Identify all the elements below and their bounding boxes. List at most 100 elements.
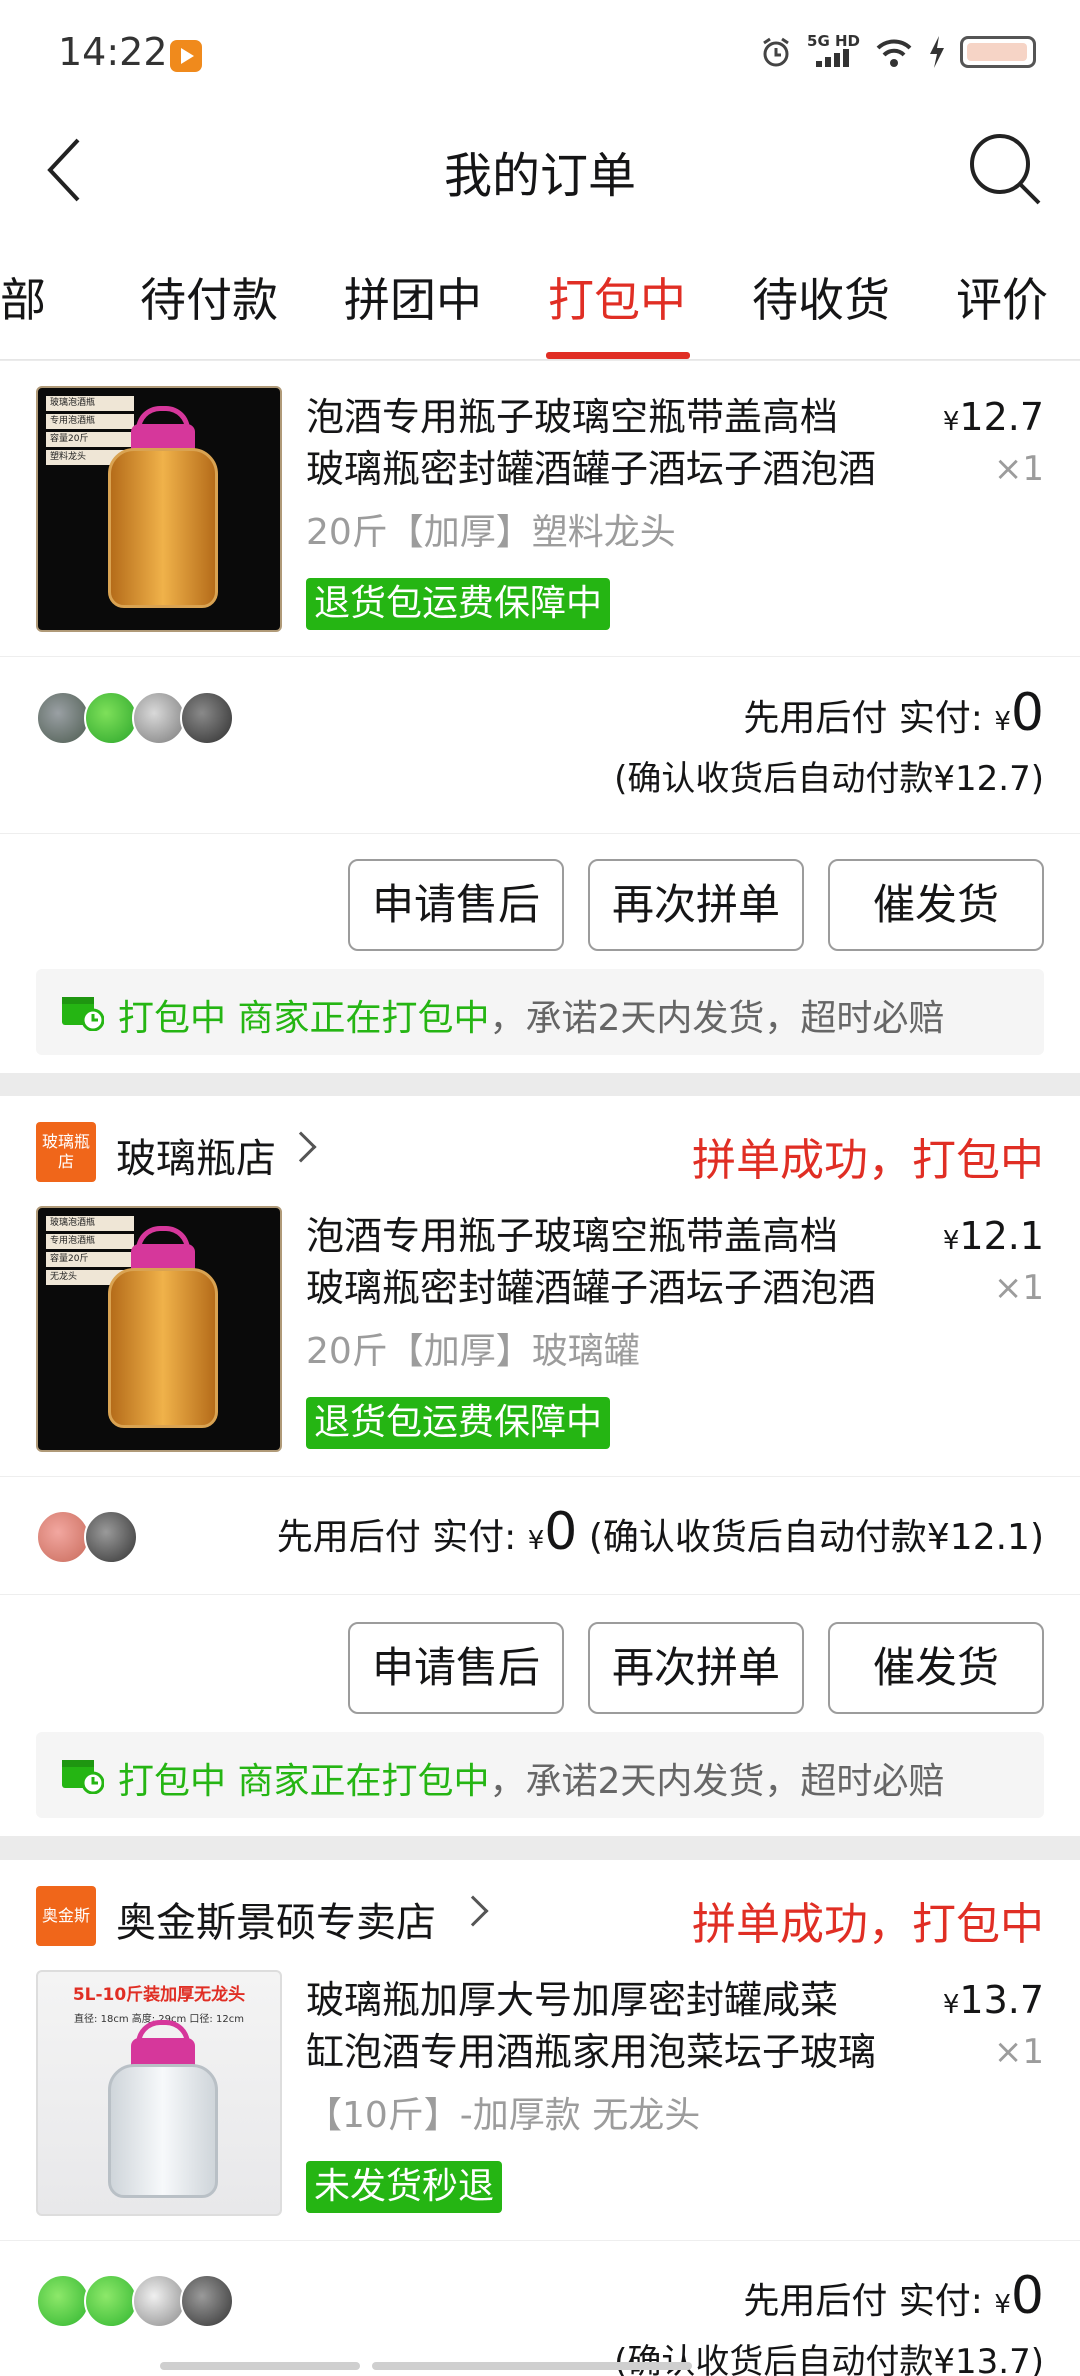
price-value: 12.7 bbox=[959, 395, 1044, 439]
thumbnail-tag: 容量20斤 bbox=[46, 432, 134, 447]
nav-bar: 我的订单 bbox=[0, 110, 1080, 228]
tab-packing[interactable]: 打包中 bbox=[548, 264, 686, 330]
product-title-line: 玻璃瓶密封罐酒罐子酒坛子酒泡酒 bbox=[306, 447, 877, 491]
product-thumbnail[interactable]: 玻璃泡酒瓶 专用泡酒瓶 容量20斤 无龙头 bbox=[36, 1206, 282, 1452]
tab-awaiting-delivery[interactable]: 待收货 bbox=[752, 264, 890, 330]
currency-symbol: ¥ bbox=[942, 1226, 960, 1256]
scroll-indicator bbox=[372, 2362, 692, 2370]
product-title[interactable]: 玻璃瓶加厚大号加厚密封罐咸菜 缸泡酒专用酒瓶家用泡菜坛子玻璃 bbox=[306, 1974, 906, 2078]
store-name[interactable]: 奥金斯景硕专卖店 bbox=[116, 1890, 436, 1948]
thumbnail-tag: 专用泡酒瓶 bbox=[46, 1234, 134, 1249]
avatar bbox=[84, 2274, 138, 2328]
battery-icon bbox=[960, 36, 1036, 68]
payment-summary: 先用后付 实付: ¥0 bbox=[743, 683, 1044, 743]
auto-payment-note: (确认收货后自动付款¥12.1) bbox=[588, 1517, 1044, 1558]
payment-label: 先用后付 实付: bbox=[743, 698, 983, 739]
store-header[interactable]: 奥金斯 奥金斯景硕专卖店 拼单成功，打包中 bbox=[0, 1860, 1080, 1970]
thumbnail-tag: 容量20斤 bbox=[46, 1252, 134, 1267]
product-title-line: 缸泡酒专用酒瓶家用泡菜坛子玻璃 bbox=[306, 2030, 877, 2074]
shipping-status-bar: 打包中 商家正在打包中，承诺2天内发货，超时必赔 bbox=[36, 1732, 1044, 1818]
regroup-button[interactable]: 再次拼单 bbox=[588, 859, 804, 951]
scroll-indicator bbox=[160, 2362, 360, 2370]
avatar bbox=[132, 691, 186, 745]
store-name[interactable]: 玻璃瓶店 bbox=[116, 1126, 276, 1184]
shipping-promise: ，承诺2天内发货，超时必赔 bbox=[489, 1761, 945, 1802]
avatar bbox=[36, 1510, 90, 1564]
paid-amount: 0 bbox=[1010, 2266, 1044, 2326]
tab-pending-payment[interactable]: 待付款 bbox=[140, 264, 278, 330]
tab-group-buying[interactable]: 拼团中 bbox=[344, 264, 482, 330]
shipping-status-bar: 打包中 商家正在打包中，承诺2天内发货，超时必赔 bbox=[36, 969, 1044, 1055]
avatar bbox=[180, 2274, 234, 2328]
payment-summary: 先用后付 实付: ¥0 (确认收货后自动付款¥12.1) bbox=[277, 1502, 1044, 1562]
paid-amount: 0 bbox=[544, 1502, 578, 1562]
product-quantity: ×1 bbox=[993, 2032, 1044, 2072]
shipping-status-text: 打包中 商家正在打包中，承诺2天内发货，超时必赔 bbox=[118, 989, 944, 1041]
product-title-line: 泡酒专用瓶子玻璃空瓶带盖高档 bbox=[306, 395, 839, 439]
divider bbox=[0, 656, 1080, 657]
divider bbox=[0, 1476, 1080, 1477]
tab-all[interactable]: 全部 bbox=[0, 264, 46, 330]
jar-body bbox=[108, 2064, 218, 2198]
product-thumbnail[interactable]: 玻璃泡酒瓶 专用泡酒瓶 容量20斤 塑料龙头 bbox=[36, 386, 282, 632]
urge-shipment-button[interactable]: 催发货 bbox=[828, 1622, 1044, 1714]
divider bbox=[0, 833, 1080, 834]
store-logo: 奥金斯 bbox=[36, 1886, 96, 1946]
thumbnail-tag: 玻璃泡酒瓶 bbox=[46, 1216, 134, 1231]
page-title: 我的订单 bbox=[443, 148, 636, 204]
status-icons: 5G HD bbox=[759, 34, 1036, 70]
jar-body bbox=[108, 1268, 218, 1428]
product-title-line: 玻璃瓶密封罐酒罐子酒坛子酒泡酒 bbox=[306, 1266, 877, 1310]
avatar bbox=[132, 2274, 186, 2328]
urge-shipment-button[interactable]: 催发货 bbox=[828, 859, 1044, 951]
product-title[interactable]: 泡酒专用瓶子玻璃空瓶带盖高档 玻璃瓶密封罐酒罐子酒坛子酒泡酒 bbox=[306, 391, 906, 495]
product-price: ¥13.7 bbox=[943, 1978, 1044, 2022]
product-spec: 20斤【加厚】塑料龙头 bbox=[306, 512, 676, 553]
search-icon[interactable] bbox=[962, 126, 1046, 210]
currency-symbol: ¥ bbox=[994, 707, 1011, 737]
thumbnail-banner: 5L-10斤装加厚无龙头 bbox=[72, 1985, 246, 2005]
thumbnail-tag: 玻璃泡酒瓶 bbox=[46, 396, 134, 411]
shipping-status: 打包中 bbox=[118, 998, 227, 1039]
status-time: 14:22 bbox=[58, 30, 168, 74]
payment-label: 先用后付 实付: bbox=[743, 2281, 983, 2322]
return-shipping-badge: 退货包运费保障中 bbox=[306, 1397, 611, 1449]
currency-symbol: ¥ bbox=[994, 2290, 1011, 2320]
product-quantity: ×1 bbox=[993, 449, 1044, 489]
group-member-avatars bbox=[36, 691, 234, 745]
apply-after-sale-button[interactable]: 申请售后 bbox=[348, 859, 564, 951]
divider bbox=[0, 1594, 1080, 1595]
jar-body bbox=[108, 448, 218, 608]
product-price: ¥12.1 bbox=[943, 1214, 1044, 1258]
chevron-right-icon bbox=[285, 1131, 317, 1163]
shipping-status: 打包中 bbox=[118, 1761, 227, 1802]
tab-review[interactable]: 评价 bbox=[956, 264, 1048, 330]
currency-symbol: ¥ bbox=[942, 407, 960, 437]
apply-after-sale-button[interactable]: 申请售后 bbox=[348, 1622, 564, 1714]
product-title[interactable]: 泡酒专用瓶子玻璃空瓶带盖高档 玻璃瓶密封罐酒罐子酒坛子酒泡酒 bbox=[306, 1210, 906, 1314]
product-thumbnail[interactable]: 5L-10斤装加厚无龙头 直径: 18cm 高度: 29cm 口径: 12cm bbox=[36, 1970, 282, 2216]
thumbnail-tag: 专用泡酒瓶 bbox=[46, 414, 134, 429]
signal-icon bbox=[815, 49, 849, 67]
avatar bbox=[36, 2274, 90, 2328]
network-indicator: 5G HD bbox=[807, 34, 860, 70]
shipping-detail: 商家正在打包中 bbox=[237, 998, 490, 1039]
product-spec: 【10斤】-加厚款 无龙头 bbox=[306, 2095, 701, 2136]
store-header[interactable]: 玻璃瓶店 玻璃瓶店 拼单成功，打包中 bbox=[0, 1096, 1080, 1206]
shipping-clock-icon bbox=[62, 997, 104, 1031]
currency-symbol: ¥ bbox=[527, 1526, 545, 1556]
store-logo: 玻璃瓶店 bbox=[36, 1122, 96, 1182]
status-bar: 14:22 5G HD bbox=[0, 0, 1080, 110]
paid-amount: 0 bbox=[1010, 683, 1044, 743]
payment-summary: 先用后付 实付: ¥0 bbox=[743, 2266, 1044, 2326]
shipping-clock-icon bbox=[62, 1760, 104, 1794]
product-title-line: 泡酒专用瓶子玻璃空瓶带盖高档 bbox=[306, 1214, 839, 1258]
active-tab-indicator bbox=[546, 352, 690, 359]
shipping-detail: 商家正在打包中 bbox=[237, 1761, 490, 1802]
currency-symbol: ¥ bbox=[942, 1990, 960, 2020]
avatar bbox=[36, 691, 90, 745]
price-value: 13.7 bbox=[959, 1978, 1044, 2022]
shipping-status-text: 打包中 商家正在打包中，承诺2天内发货，超时必赔 bbox=[118, 1752, 944, 1804]
wifi-icon bbox=[876, 39, 912, 67]
regroup-button[interactable]: 再次拼单 bbox=[588, 1622, 804, 1714]
